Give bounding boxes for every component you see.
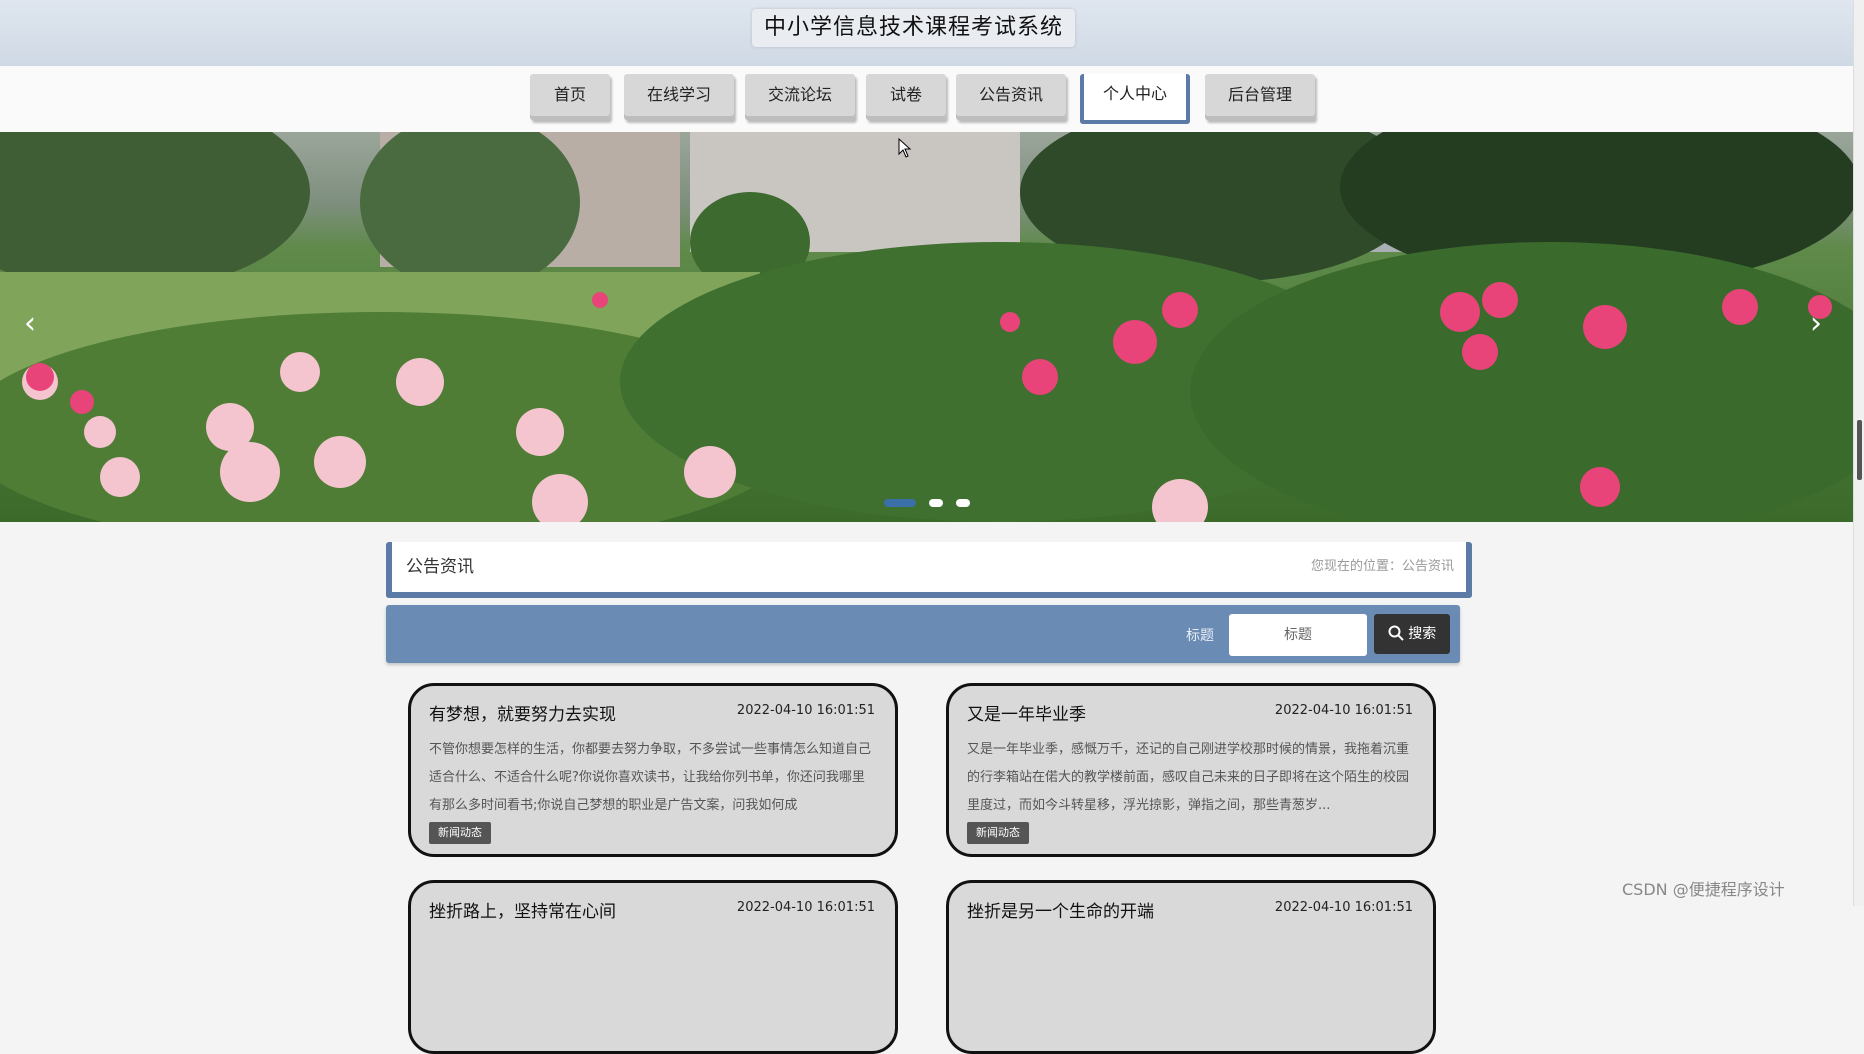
- site-title: 中小学信息技术课程考试系统: [752, 9, 1076, 47]
- breadcrumb-location: 您现在的位置：公告资讯: [1310, 559, 1454, 574]
- search-input[interactable]: [1229, 614, 1367, 656]
- watermark: CSDN @便捷程序设计: [1622, 880, 1785, 899]
- news-time: 2022-04-10 16:01:51: [1274, 900, 1413, 915]
- news-card[interactable]: 又是一年毕业季 2022-04-10 16:01:51 又是一年毕业季，感慨万千…: [946, 683, 1436, 857]
- news-card[interactable]: 挫折是另一个生命的开端 2022-04-10 16:01:51: [946, 880, 1436, 1054]
- nav-home[interactable]: 首页: [530, 74, 610, 120]
- header-bar: 中小学信息技术课程考试系统: [0, 0, 1853, 66]
- scrollbar-thumb[interactable]: [1857, 420, 1862, 480]
- news-summary: 又是一年毕业季，感慨万千，还记的自己刚进学校那时候的情景，我拖着沉重的行李箱站在…: [967, 742, 1410, 813]
- news-title[interactable]: 又是一年毕业季: [967, 700, 1086, 725]
- section-title: 公告资讯: [406, 557, 474, 577]
- nav-forum[interactable]: 交流论坛: [745, 74, 855, 120]
- search-label: 标题: [1186, 628, 1214, 644]
- banner-image: [0, 132, 1853, 522]
- carousel-dot-2[interactable]: [929, 499, 944, 507]
- news-title[interactable]: 有梦想，就要努力去实现: [429, 700, 616, 725]
- news-time: 2022-04-10 16:01:51: [736, 703, 875, 718]
- carousel-next-icon[interactable]: ›: [1798, 307, 1834, 343]
- mouse-cursor-icon: [898, 138, 912, 158]
- search-bar: 标题 搜索: [386, 605, 1460, 663]
- nav-announcements[interactable]: 公告资讯: [956, 74, 1066, 120]
- news-card[interactable]: 有梦想，就要努力去实现 2022-04-10 16:01:51 不管你想要怎样的…: [408, 683, 898, 857]
- search-button-label: 搜索: [1408, 626, 1437, 642]
- news-summary: 不管你想要怎样的生活，你都要去努力争取，不多尝试一些事情怎么知道自己适合什么、不…: [429, 742, 872, 813]
- news-tag[interactable]: 新闻动态: [429, 822, 491, 844]
- news-title[interactable]: 挫折是另一个生命的开端: [967, 897, 1154, 922]
- nav-exam-papers[interactable]: 试卷: [866, 74, 946, 120]
- banner-carousel: ‹ ›: [0, 132, 1853, 522]
- news-title[interactable]: 挫折路上，坚持常在心间: [429, 897, 616, 922]
- nav-admin[interactable]: 后台管理: [1205, 74, 1315, 120]
- news-card[interactable]: 挫折路上，坚持常在心间 2022-04-10 16:01:51: [408, 880, 898, 1054]
- news-time: 2022-04-10 16:01:51: [1274, 703, 1413, 718]
- main-nav: 首页 在线学习 交流论坛 试卷 公告资讯 个人中心 后台管理: [0, 66, 1853, 132]
- nav-online-learning[interactable]: 在线学习: [624, 74, 734, 120]
- nav-personal-center[interactable]: 个人中心: [1080, 74, 1190, 124]
- search-icon: [1388, 625, 1404, 641]
- carousel-indicators: [884, 492, 978, 507]
- breadcrumb: 公告资讯 您现在的位置：公告资讯: [386, 542, 1472, 598]
- news-tag[interactable]: 新闻动态: [967, 822, 1029, 844]
- carousel-dot-3[interactable]: [956, 499, 971, 507]
- carousel-prev-icon[interactable]: ‹: [12, 307, 48, 343]
- search-button[interactable]: 搜索: [1374, 614, 1450, 654]
- news-time: 2022-04-10 16:01:51: [736, 900, 875, 915]
- carousel-dot-1[interactable]: [884, 499, 916, 507]
